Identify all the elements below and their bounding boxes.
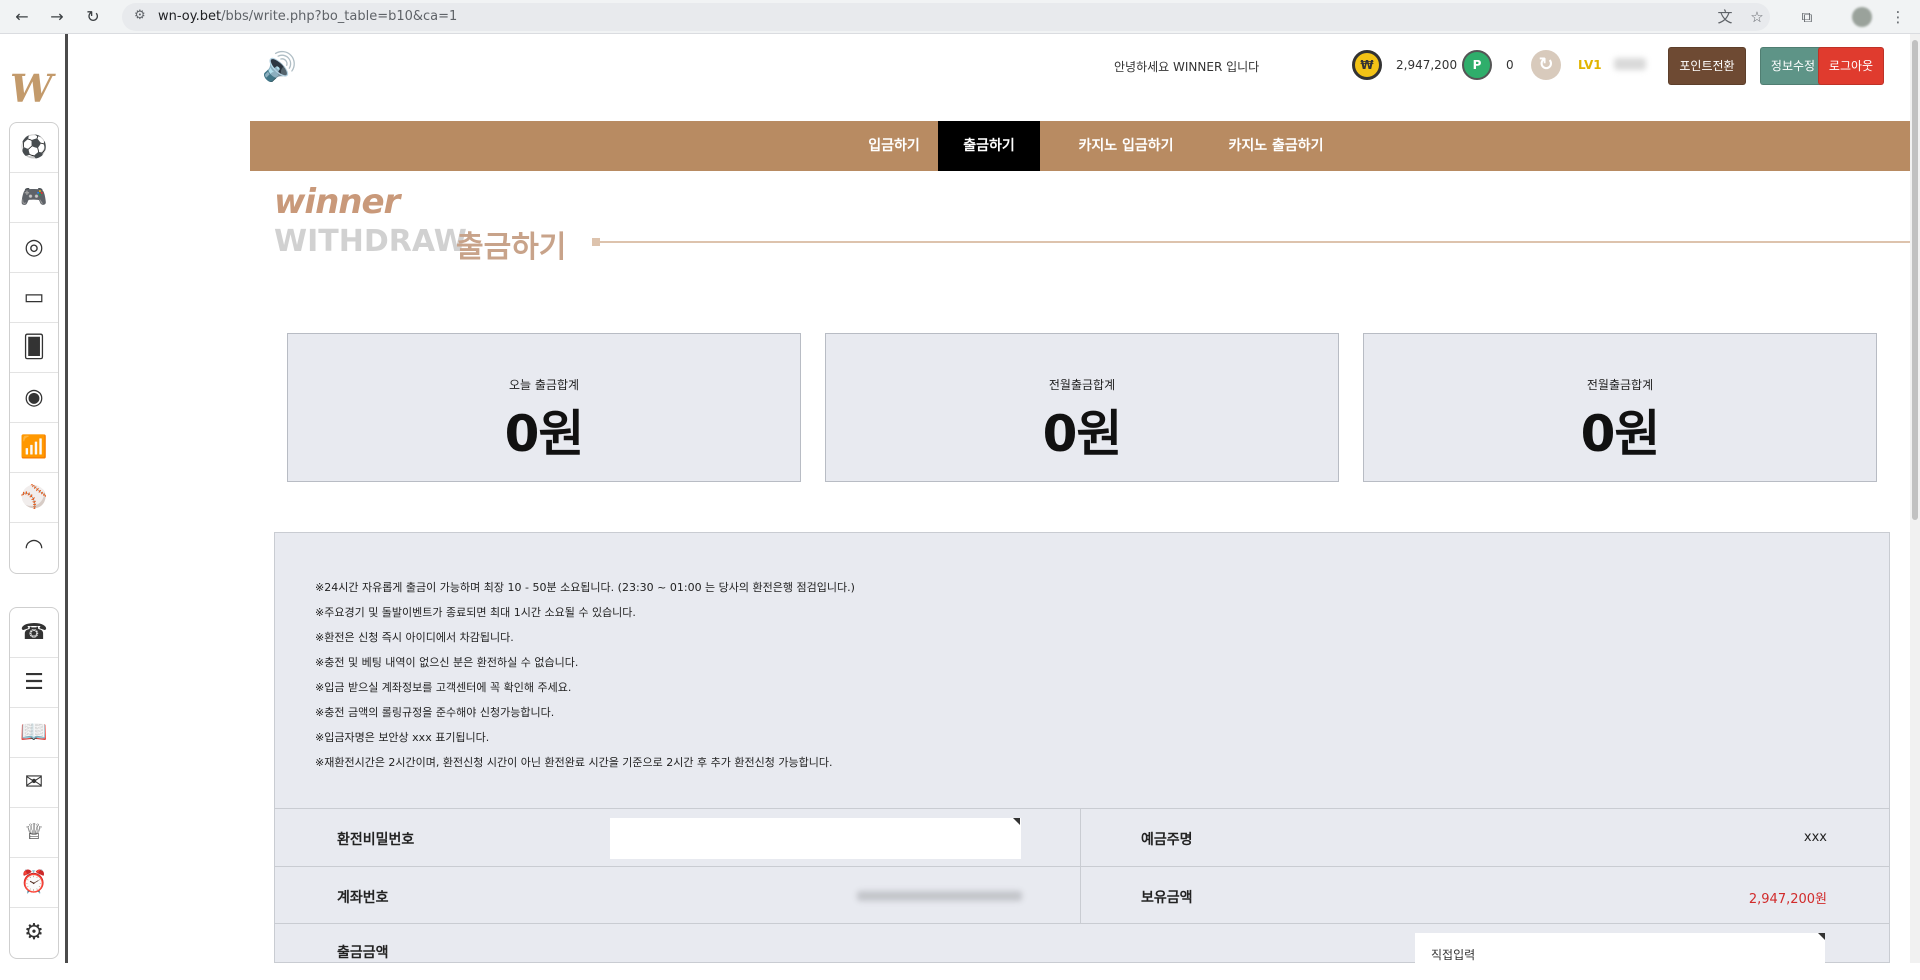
form-row: 출금금액 직접입력 [275,923,1889,980]
bookmark-star-icon[interactable]: ☆ [1746,6,1768,28]
forward-icon[interactable]: → [45,5,69,29]
search-list-icon[interactable]: ☰ [10,658,58,708]
site-logo[interactable]: W [10,66,53,111]
tab-casino-deposit[interactable]: 카지노 입금하기 [1050,121,1202,171]
crown-icon[interactable]: ♕ [10,808,58,858]
last-month-withdraw-card: 전월출금합계 0원 [825,333,1339,482]
profile-avatar[interactable] [1852,7,1872,27]
depositor-label: 예금주명 [1141,832,1193,848]
notice-item: ※주요경기 및 돌발이벤트가 종료되면 최대 1시간 소요될 수 있습니다. [315,606,636,619]
page-title-en: WITHDRAW [274,224,467,259]
card-label: 오늘 출금합계 [508,378,580,392]
settings-icon[interactable]: ⚙ [10,908,58,958]
refresh-icon[interactable]: ↻ [1531,50,1561,80]
balance-value: 2,947,200원 [1748,892,1827,907]
select-corner-mark [1818,933,1825,940]
url-text: wn-oy.bet/bbs/write.php?bo_table=b10&ca=… [158,9,458,24]
form-row: 계좌번호 보유금액 2,947,200원 [275,866,1889,923]
notice-item: ※입금자명은 보안상 xxx 표기됩니다. [315,731,490,744]
point-balance: 0 [1506,58,1514,72]
notice-item: ※입금 받으실 계좌정보를 고객센터에 꼭 확인해 주세요. [315,681,572,694]
card-value: 0원 [1042,405,1123,463]
notice-item: ※재환전시간은 2시간이며, 환전신청 시간이 아닌 환전완료 시간을 기준으로… [315,756,833,769]
gamepad-icon[interactable]: 🎮 [10,173,58,223]
card-icon[interactable]: 🂠 [10,323,58,373]
amount-select-value: 직접입력 [1431,948,1476,962]
logout-button[interactable]: 로그아웃 [1818,47,1884,85]
browser-toolbar: ← → ↻ ⚙ wn-oy.bet/bbs/write.php?bo_table… [0,0,1920,34]
extensions-icon[interactable]: ⧉ [1796,6,1818,28]
support-icon[interactable]: ☎ [10,608,58,658]
back-icon[interactable]: ← [10,5,34,29]
amount-label: 출금금액 [337,945,389,961]
input-corner-mark [1013,818,1020,825]
site-info-icon[interactable]: ⚙ [134,8,146,23]
tab-deposit[interactable]: 입금하기 [839,121,949,171]
card-label: 전월출금합계 [1586,378,1654,392]
amount-select[interactable]: 직접입력 [1415,933,1825,973]
sidebar-game-menu: ⚽ 🎮 ◎ ▭ 🂠 ◉ 📶 ⚾ ◠ [9,122,59,574]
card-label: 전월출금합계 [1048,378,1116,392]
wifi-icon[interactable]: ◠ [10,523,58,573]
baseball-icon[interactable]: ⚾ [10,473,58,523]
point-coin-icon: P [1462,50,1492,80]
sidebar-service-menu: ☎ ☰ 📖 ✉ ♕ ⏰ ⚙ [9,607,59,959]
notice-item: ※충전 및 베팅 내역이 없으신 분은 환전하실 수 없습니다. [315,656,579,669]
speaker-icon[interactable]: 🔊 [262,50,297,83]
withdraw-form: 환전비밀번호 예금주명 xxx 계좌번호 보유금액 2,947,200원 출금금… [274,808,1890,973]
roulette-icon[interactable]: ◎ [10,223,58,273]
main-nav: 입금하기 출금하기 카지노 입금하기 카지노 출금하기 [250,121,1910,171]
title-divider [592,241,1910,243]
info-edit-button[interactable]: 정보수정 [1760,47,1826,85]
target-icon[interactable]: ◉ [10,373,58,423]
account-label: 계좌번호 [337,890,389,906]
scrollbar-thumb[interactable] [1912,40,1918,520]
alarm-icon[interactable]: ⏰ [10,858,58,908]
address-bar[interactable]: ⚙ wn-oy.bet/bbs/write.php?bo_table=b10&c… [122,3,1770,31]
won-coin-icon: ₩ [1352,50,1382,80]
notice-item: ※충전 금액의 롤링규정을 준수해야 신청가능합니다. [315,706,555,719]
last-month-withdraw-card-2: 전월출금합계 0원 [1363,333,1877,482]
account-number-blurred [857,891,1022,901]
tab-casino-withdraw[interactable]: 카지노 출금하기 [1200,121,1352,171]
card-value: 0원 [1580,405,1661,463]
icon-sidebar: W ⚽ 🎮 ◎ ▭ 🂠 ◉ 📶 ⚾ ◠ ☎ ☰ 📖 ✉ ♕ ⏰ ⚙ [0,34,68,963]
point-convert-button[interactable]: 포인트전환 [1668,47,1746,85]
withdraw-notice: ※24시간 자유롭게 출금이 가능하며 최장 10 - 50분 소요됩니다. (… [274,532,1890,808]
username-blurred [1614,58,1646,70]
today-withdraw-card: 오늘 출금합계 0원 [287,333,801,482]
chart-icon[interactable]: 📶 [10,423,58,473]
mail-icon[interactable]: ✉ [10,758,58,808]
soccer-icon[interactable]: ⚽ [10,123,58,173]
user-level: LV1 [1578,58,1602,72]
tab-withdraw[interactable]: 출금하기 [938,121,1040,171]
brand-logo: winner [274,182,400,222]
balance-label: 보유금액 [1141,890,1193,906]
page-title: 출금하기 [456,230,567,265]
form-row: 환전비밀번호 예금주명 xxx [275,809,1889,866]
slot-icon[interactable]: ▭ [10,273,58,323]
notice-item: ※24시간 자유롭게 출금이 가능하며 최장 10 - 50분 소요됩니다. (… [315,581,855,594]
depositor-value: xxx [1803,830,1827,845]
money-balance: 2,947,200 [1396,58,1458,72]
card-value: 0원 [504,405,585,463]
menu-dots-icon[interactable]: ⋮ [1887,6,1909,28]
book-icon[interactable]: 📖 [10,708,58,758]
reload-icon[interactable]: ↻ [81,5,105,29]
greeting-text: 안녕하세요 WINNER 입니다 [1114,60,1260,74]
notice-item: ※환전은 신청 즉시 아이디에서 차감됩니다. [315,631,514,644]
password-input[interactable] [610,818,1021,859]
password-label: 환전비밀번호 [337,832,415,848]
translate-icon[interactable]: 文 [1714,6,1736,28]
page-scrollbar[interactable] [1910,34,1920,963]
